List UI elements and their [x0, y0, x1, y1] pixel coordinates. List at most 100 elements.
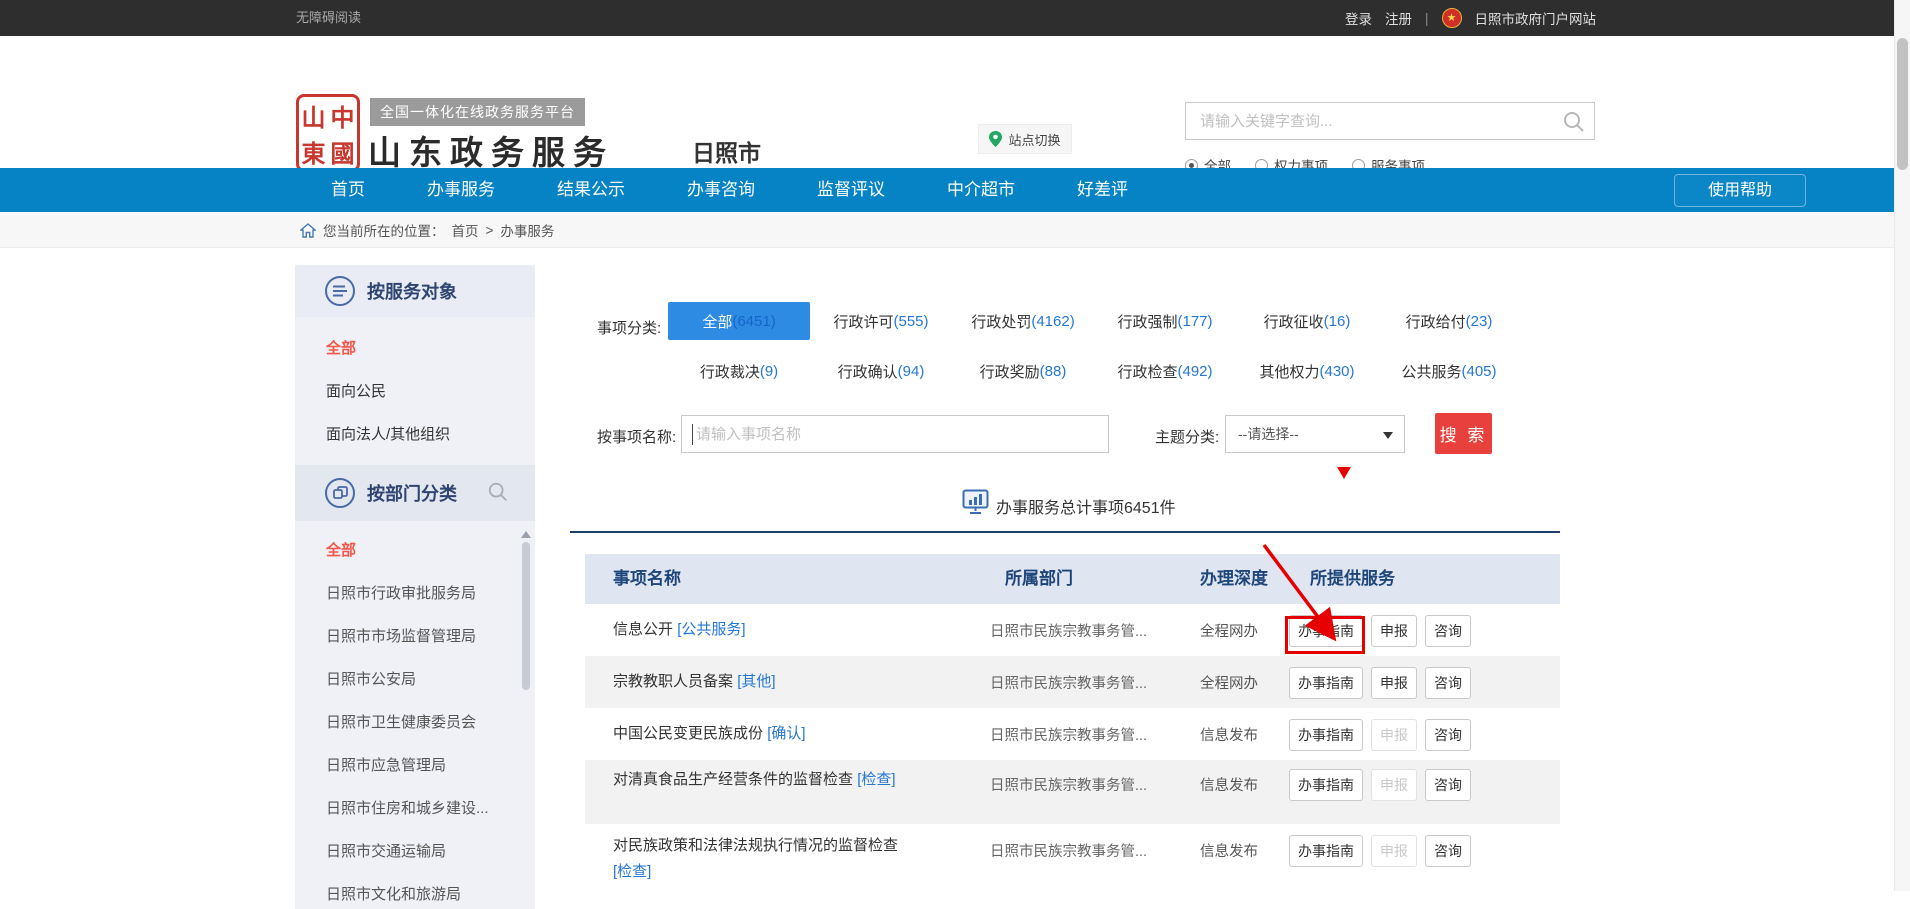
scrollbar-thumb[interactable] — [522, 542, 530, 690]
guide-button[interactable]: 办事指南 — [1289, 667, 1363, 699]
sidebar-item-citizen[interactable]: 面向公民 — [295, 369, 535, 412]
table-row: 对民族政策和法律法规执行情况的监督检查 [检查] 日照市民族宗教事务管... 信… — [585, 824, 1560, 895]
guide-button[interactable]: 办事指南 — [1289, 615, 1363, 647]
breadcrumb-bar: 您当前所在的位置： 首页 > 办事服务 — [0, 212, 1910, 248]
item-name[interactable]: 对民族政策和法律法规执行情况的监督检查 — [613, 837, 898, 854]
keyword-search-input[interactable] — [1186, 103, 1594, 139]
filter-xingzhengjiancha[interactable]: 行政检查(492) — [1094, 352, 1236, 390]
login-link[interactable]: 登录 — [1345, 8, 1372, 28]
filter-all[interactable]: 全部(6451) — [668, 302, 810, 340]
apply-button-disabled: 申报 — [1371, 769, 1417, 801]
main-nav: 首页 办事服务 结果公示 办事咨询 监督评议 中介超市 好差评 — [0, 168, 1910, 212]
accessibility-link[interactable]: 无障碍阅读 — [296, 0, 361, 36]
service-target-list: 全部 面向公民 面向法人/其他组织 — [295, 317, 535, 465]
department-scrollbar[interactable] — [521, 531, 530, 901]
item-tag[interactable]: [检查] — [613, 863, 651, 880]
topbar-divider: | — [1425, 11, 1429, 26]
item-name[interactable]: 对清真食品生产经营条件的监督检查 — [613, 771, 853, 788]
nav-item-rating[interactable]: 好差评 — [1046, 168, 1159, 212]
item-depth: 信息发布 — [1200, 774, 1258, 795]
col-item-name: 事项名称 — [613, 554, 681, 604]
department-list: 全部 日照市行政审批服务局 日照市市场监督管理局 日照市公安局 日照市卫生健康委… — [295, 521, 535, 909]
filter-xingzhengzhengshou[interactable]: 行政征收(16) — [1236, 302, 1378, 340]
department-search-icon[interactable] — [487, 481, 509, 503]
topic-category-select[interactable]: --请选择-- — [1225, 415, 1405, 453]
table-row: 信息公开 [公共服务] 日照市民族宗教事务管... 全程网办 办事指南 申报 咨… — [585, 604, 1560, 656]
site-title: 山东政务服务 — [368, 126, 614, 174]
item-tag[interactable]: [确认] — [767, 725, 805, 742]
department-item[interactable]: 日照市行政审批服务局 — [295, 571, 535, 614]
col-services: 所提供服务 — [1310, 554, 1395, 604]
department-item[interactable]: 日照市市场监督管理局 — [295, 614, 535, 657]
register-link[interactable]: 注册 — [1385, 8, 1412, 28]
item-tag[interactable]: [检查] — [857, 771, 895, 788]
site-header: 山中 東國 全国一体化在线政务服务平台 山东政务服务 日照市 站点切换 全部 权… — [0, 36, 1910, 168]
apply-button[interactable]: 申报 — [1371, 667, 1417, 699]
text-caret — [692, 424, 693, 445]
page-scrollbar-thumb[interactable] — [1897, 38, 1908, 170]
nav-item-services[interactable]: 办事服务 — [396, 168, 526, 212]
department-item-all[interactable]: 全部 — [295, 528, 535, 571]
nav-item-results[interactable]: 结果公示 — [526, 168, 656, 212]
guide-button[interactable]: 办事指南 — [1289, 769, 1363, 801]
guide-button[interactable]: 办事指南 — [1289, 835, 1363, 867]
guide-button[interactable]: 办事指南 — [1289, 719, 1363, 751]
scroll-up-icon[interactable] — [521, 531, 531, 538]
filter-xingzhengjiangli[interactable]: 行政奖励(88) — [952, 352, 1094, 390]
consult-button[interactable]: 咨询 — [1425, 667, 1471, 699]
item-tag[interactable]: [公共服务] — [677, 621, 745, 638]
item-name-label: 按事项名称: — [597, 426, 676, 447]
search-submit-button[interactable]: 搜 索 — [1435, 413, 1492, 454]
filter-xingzhengchufa[interactable]: 行政处罚(4162) — [952, 302, 1094, 340]
item-name-input[interactable] — [682, 416, 1108, 452]
filter-xingzhengcaijue[interactable]: 行政裁决(9) — [668, 352, 810, 390]
filter-xingzhengqiangzhi[interactable]: 行政强制(177) — [1094, 302, 1236, 340]
consult-button[interactable]: 咨询 — [1425, 719, 1471, 751]
filter-gonggongfuwu[interactable]: 公共服务(405) — [1378, 352, 1520, 390]
department-item[interactable]: 日照市公安局 — [295, 657, 535, 700]
site-switch-button[interactable]: 站点切换 — [978, 124, 1072, 154]
filter-xingzhengxuke[interactable]: 行政许可(555) — [810, 302, 952, 340]
nav-item-consult[interactable]: 办事咨询 — [656, 168, 786, 212]
consult-button[interactable]: 咨询 — [1425, 769, 1471, 801]
breadcrumb-home-link[interactable]: 首页 — [452, 220, 479, 240]
item-name[interactable]: 中国公民变更民族成份 — [613, 725, 763, 742]
table-row: 宗教教职人员备案 [其他] 日照市民族宗教事务管... 全程网办 办事指南 申报… — [585, 656, 1560, 708]
page-scrollbar[interactable] — [1894, 0, 1910, 891]
items-table: 信息公开 [公共服务] 日照市民族宗教事务管... 全程网办 办事指南 申报 咨… — [585, 604, 1560, 895]
consult-button[interactable]: 咨询 — [1425, 835, 1471, 867]
department-item[interactable]: 日照市卫生健康委员会 — [295, 700, 535, 743]
sidebar: 按服务对象 全部 面向公民 面向法人/其他组织 按部门分类 全部 日照市行政审批… — [295, 265, 535, 909]
department-item[interactable]: 日照市住房和城乡建设... — [295, 786, 535, 829]
topic-category-label: 主题分类: — [1155, 426, 1219, 447]
search-icon[interactable] — [1562, 110, 1586, 134]
nav-item-agency-market[interactable]: 中介超市 — [916, 168, 1046, 212]
sidebar-item-all[interactable]: 全部 — [295, 326, 535, 369]
keyword-search-box — [1185, 102, 1595, 140]
filter-xingzhengqueren[interactable]: 行政确认(94) — [810, 352, 952, 390]
nav-item-supervision[interactable]: 监督评议 — [786, 168, 916, 212]
location-pin-icon — [989, 131, 1002, 147]
consult-button[interactable]: 咨询 — [1425, 615, 1471, 647]
platform-badge: 全国一体化在线政务服务平台 — [370, 98, 585, 126]
breadcrumb-current: 办事服务 — [500, 220, 554, 240]
apply-button[interactable]: 申报 — [1371, 615, 1417, 647]
item-depth: 全程网办 — [1200, 620, 1258, 641]
item-depth: 信息发布 — [1200, 724, 1258, 745]
department-item[interactable]: 日照市应急管理局 — [295, 743, 535, 786]
filter-xingzhengjifu[interactable]: 行政给付(23) — [1378, 302, 1520, 340]
filter-qitaquanli[interactable]: 其他权力(430) — [1236, 352, 1378, 390]
department-item[interactable]: 日照市交通运输局 — [295, 829, 535, 872]
item-name[interactable]: 宗教教职人员备案 — [613, 673, 733, 690]
item-name-input-box — [681, 415, 1109, 453]
sidebar-item-legal-person[interactable]: 面向法人/其他组织 — [295, 412, 535, 455]
help-button[interactable]: 使用帮助 — [1674, 174, 1806, 207]
item-name[interactable]: 信息公开 — [613, 621, 673, 638]
city-name: 日照市 — [692, 134, 761, 168]
home-icon — [300, 223, 316, 238]
topbar: 无障碍阅读 登录 注册 | ★ 日照市政府门户网站 — [0, 0, 1910, 36]
city-portal-link[interactable]: 日照市政府门户网站 — [1475, 8, 1597, 28]
item-tag[interactable]: [其他] — [737, 673, 775, 690]
nav-item-home[interactable]: 首页 — [300, 168, 396, 212]
item-department: 日照市民族宗教事务管... — [990, 774, 1147, 795]
